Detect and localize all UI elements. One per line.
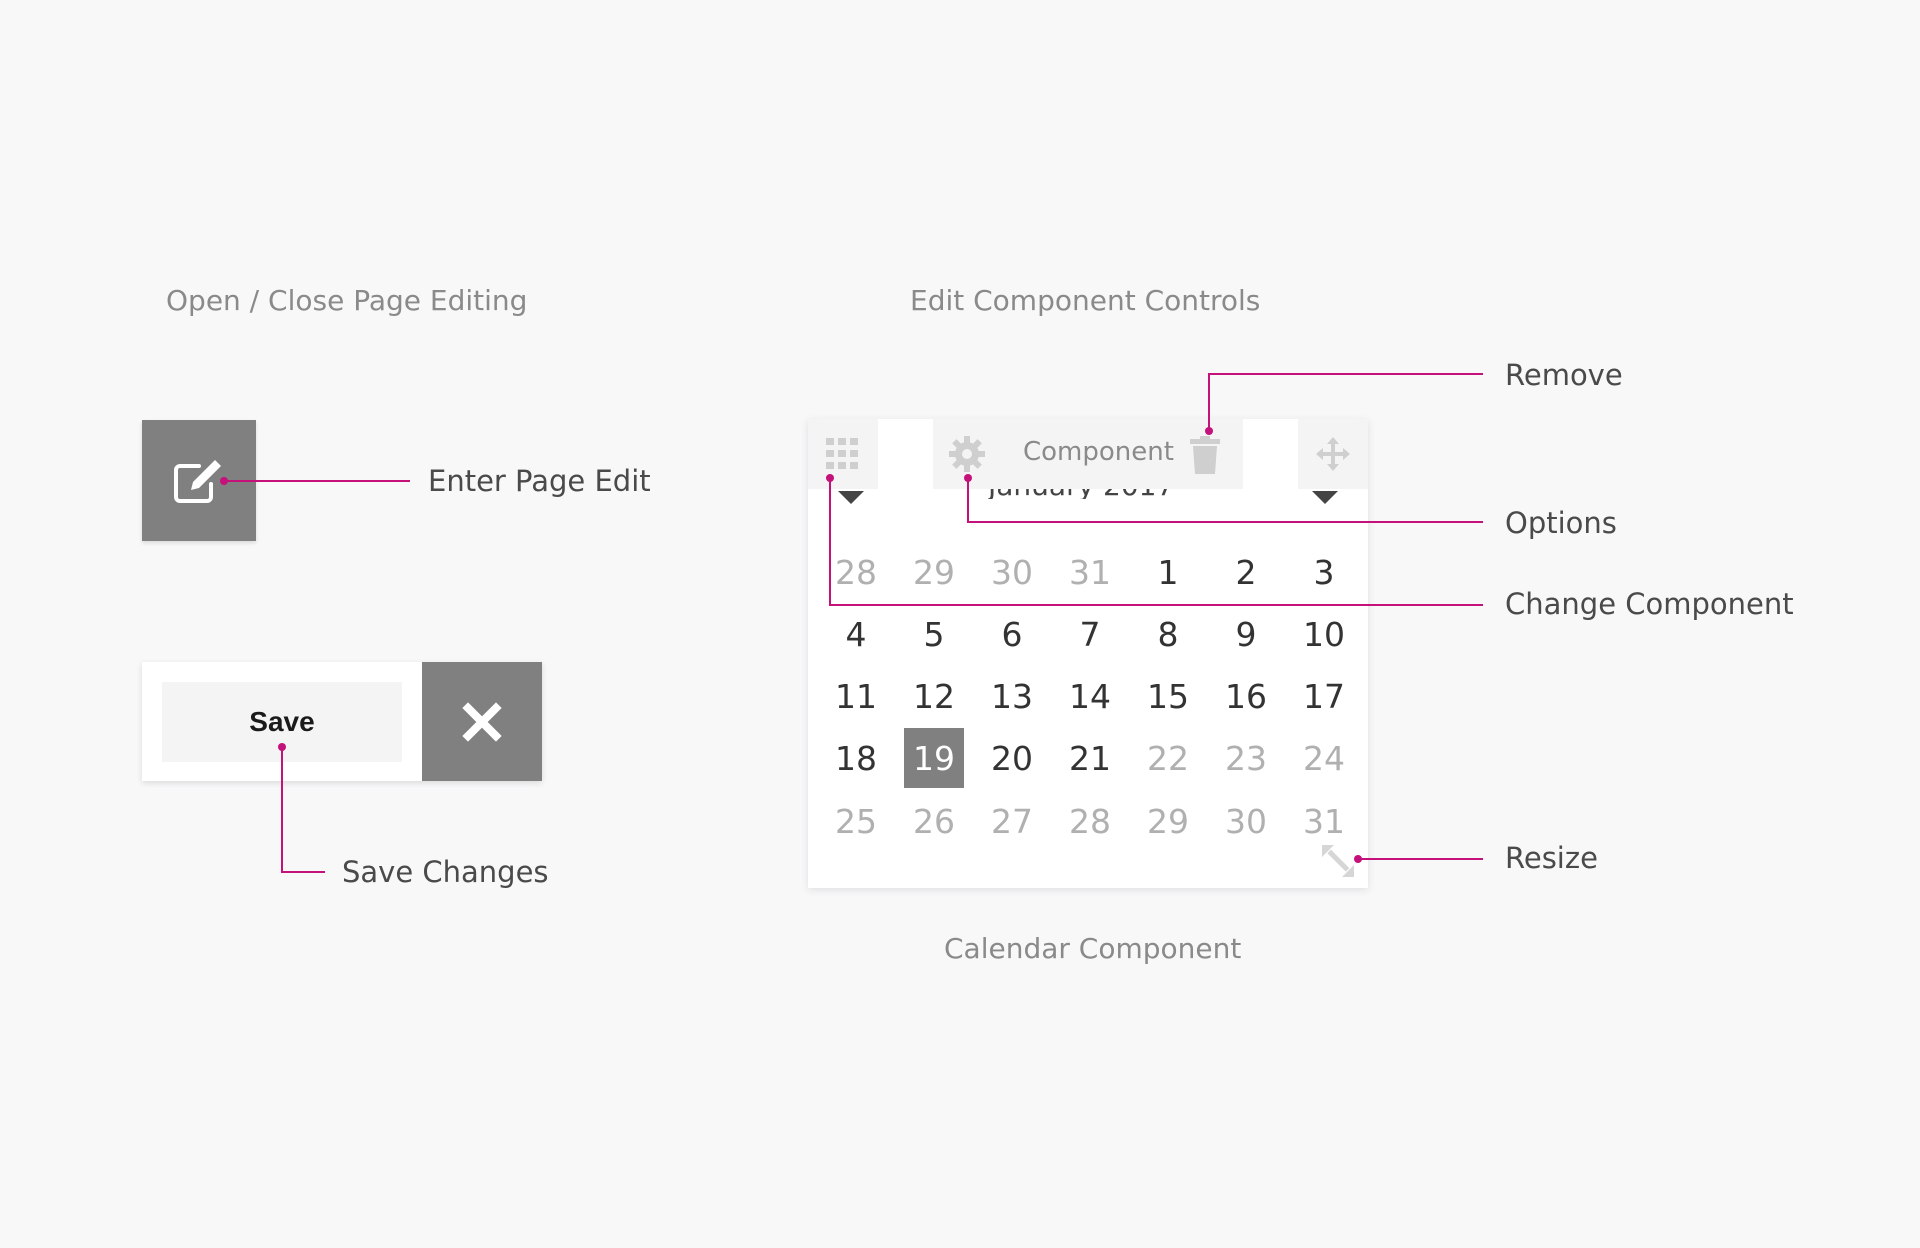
calendar-day[interactable]: 22	[1138, 728, 1198, 788]
calendar-day-selected[interactable]: 19	[904, 728, 964, 788]
calendar-day[interactable]: 25	[826, 791, 886, 851]
callout-line-change-vertical	[829, 478, 831, 606]
calendar-day[interactable]: 5	[904, 604, 964, 664]
calendar-day[interactable]: 2	[1216, 542, 1276, 602]
calendar-day[interactable]: 30	[982, 542, 1042, 602]
callout-line-options-vertical	[967, 478, 969, 523]
calendar-day[interactable]: 14	[1060, 666, 1120, 726]
calendar-day[interactable]: 28	[826, 542, 886, 602]
calendar-day[interactable]: 31	[1294, 791, 1354, 851]
callout-line-remove-horizontal	[1208, 373, 1483, 375]
component-toolbar: Component	[933, 419, 1243, 489]
calendar-day[interactable]: 31	[1060, 542, 1120, 602]
close-icon	[462, 701, 502, 742]
calendar-day[interactable]: 10	[1294, 604, 1354, 664]
calendar-day[interactable]: 17	[1294, 666, 1354, 726]
callout-remove: Remove	[1505, 358, 1623, 392]
calendar-day[interactable]: 30	[1216, 791, 1276, 851]
calendar-day[interactable]: 7	[1060, 604, 1120, 664]
calendar-day[interactable]: 15	[1138, 666, 1198, 726]
calendar-day[interactable]: 11	[826, 666, 886, 726]
save-bar: Save	[142, 662, 542, 781]
section-title-component-controls: Edit Component Controls	[910, 284, 1261, 317]
next-month-arrow-icon[interactable]	[1312, 491, 1338, 504]
calendar-day[interactable]: 29	[1138, 791, 1198, 851]
calendar-day[interactable]: 28	[1060, 791, 1120, 851]
callout-line-options-horizontal	[967, 521, 1483, 523]
calendar-day[interactable]: 1	[1138, 542, 1198, 602]
section-title-page-editing: Open / Close Page Editing	[166, 284, 528, 317]
callout-line-save-vertical	[281, 747, 283, 873]
calendar-day[interactable]: 16	[1216, 666, 1276, 726]
previous-month-arrow-icon[interactable]	[838, 491, 864, 504]
calendar-day[interactable]: 21	[1060, 728, 1120, 788]
callout-line-remove-vertical	[1208, 374, 1210, 431]
calendar-caption: Calendar Component	[944, 932, 1242, 965]
calendar-day[interactable]: 20	[982, 728, 1042, 788]
calendar-day[interactable]: 13	[982, 666, 1042, 726]
callout-options: Options	[1505, 506, 1617, 540]
calendar-day[interactable]: 6	[982, 604, 1042, 664]
grid-icon	[826, 438, 858, 469]
move-handle[interactable]	[1298, 419, 1368, 489]
calendar-day[interactable]: 4	[826, 604, 886, 664]
resize-icon[interactable]	[1320, 843, 1356, 879]
calendar-day[interactable]: 26	[904, 791, 964, 851]
component-toolbar-label: Component	[1023, 437, 1174, 467]
callout-line-resize	[1358, 858, 1483, 860]
callout-save-changes: Save Changes	[342, 855, 549, 889]
trash-icon[interactable]	[1190, 436, 1220, 474]
callout-line-enter-edit	[224, 480, 410, 482]
calendar-day[interactable]: 3	[1294, 542, 1354, 602]
callout-line-save-horizontal	[281, 871, 325, 873]
move-icon	[1316, 437, 1350, 471]
calendar-day[interactable]: 9	[1216, 604, 1276, 664]
callout-resize: Resize	[1505, 841, 1598, 875]
calendar-day[interactable]: 24	[1294, 728, 1354, 788]
calendar-day[interactable]: 27	[982, 791, 1042, 851]
month-label: January 2017	[988, 489, 1188, 499]
calendar-day[interactable]: 12	[904, 666, 964, 726]
edit-icon	[174, 459, 221, 503]
calendar-day[interactable]: 23	[1216, 728, 1276, 788]
gear-icon[interactable]	[948, 435, 986, 473]
close-editing-button[interactable]	[422, 662, 542, 781]
callout-enter-page-edit: Enter Page Edit	[428, 464, 651, 498]
callout-change-component: Change Component	[1505, 587, 1794, 621]
calendar-day[interactable]: 29	[904, 542, 964, 602]
calendar-day[interactable]: 8	[1138, 604, 1198, 664]
change-component-handle[interactable]	[808, 419, 878, 489]
callout-line-change-horizontal	[829, 604, 1483, 606]
calendar-day[interactable]: 18	[826, 728, 886, 788]
calendar-component[interactable]: January 2017 Component	[808, 419, 1368, 888]
